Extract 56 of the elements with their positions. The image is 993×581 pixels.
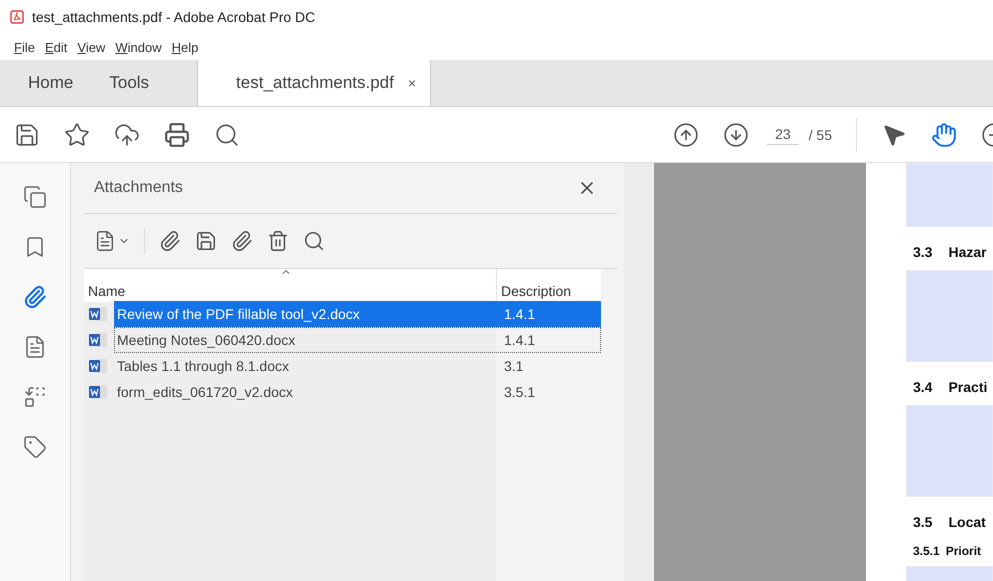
section-heading: Locat — [948, 514, 986, 530]
section-number: 3.5.1 — [913, 544, 940, 558]
pdf-icon — [10, 10, 24, 24]
tag-icon[interactable] — [23, 435, 47, 459]
cloud-upload-icon[interactable] — [114, 122, 140, 148]
list-row[interactable] — [114, 301, 601, 327]
panel-title: Attachments — [94, 179, 183, 197]
delete-icon[interactable] — [267, 230, 289, 252]
file-name[interactable]: Tables 1.1 through 8.1.docx — [114, 354, 292, 378]
tab[interactable]: Home — [10, 60, 92, 106]
next-page-icon[interactable] — [723, 122, 750, 148]
print-icon[interactable] — [164, 122, 190, 148]
form-field[interactable] — [906, 405, 993, 497]
previous-page-icon[interactable] — [673, 122, 700, 148]
section-number: 3.5 — [913, 514, 932, 530]
file-name[interactable]: Meeting Notes_060420.docx — [114, 328, 298, 352]
form-field[interactable] — [906, 270, 993, 362]
list-row[interactable] — [114, 327, 601, 353]
description-text: 1.4.1 — [504, 306, 536, 322]
word-file-icon — [88, 332, 108, 348]
form-field[interactable] — [906, 163, 993, 227]
search-icon[interactable] — [214, 122, 240, 148]
file-name[interactable]: form_edits_061720_v2.docx — [114, 380, 296, 404]
word-file-icon — [88, 384, 108, 400]
hand-icon[interactable] — [931, 122, 957, 148]
menu-item[interactable]: Edit — [44, 40, 68, 54]
page-number-field[interactable]: 23 — [767, 124, 799, 145]
window-title: test_attachments.pdf - Adobe Acrobat Pro DC — [32, 9, 316, 25]
section-number: 3.3 — [913, 244, 932, 260]
section-heading: Priorit — [946, 544, 982, 558]
pages-icon[interactable] — [23, 185, 47, 209]
compare-icon[interactable] — [23, 385, 47, 409]
tab[interactable]: Tools — [91, 60, 168, 106]
section-heading: Practi — [948, 379, 988, 395]
description-text: 3.1 — [504, 358, 524, 374]
search-attachment-icon[interactable] — [303, 230, 325, 252]
star-icon[interactable] — [64, 122, 90, 148]
section-number: 3.4 — [913, 379, 932, 395]
word-file-icon — [88, 306, 108, 322]
save-attachment-icon[interactable] — [195, 230, 217, 252]
close-tab-button[interactable]: × — [408, 75, 416, 91]
file-name[interactable]: Review of the PDF fillable tool_v2.docx — [114, 302, 363, 326]
description-text: 3.5.1 — [504, 384, 536, 400]
tab[interactable]: test_attachments.pdf × — [197, 60, 432, 106]
description-text: 1.4.1 — [504, 332, 536, 348]
menu-item[interactable]: Help — [172, 40, 198, 54]
save-icon[interactable] — [14, 122, 40, 148]
column-header[interactable]: Name — [84, 269, 496, 302]
menu-item[interactable]: View — [77, 40, 106, 54]
column-header[interactable]: Description — [496, 269, 601, 302]
menu-item[interactable]: Window — [115, 40, 162, 54]
section-heading: Hazar — [948, 244, 987, 260]
page-count: / 55 — [808, 126, 832, 142]
word-file-icon — [88, 358, 108, 374]
paperclip-icon[interactable] — [23, 285, 47, 309]
menu-item[interactable]: File — [14, 40, 35, 54]
